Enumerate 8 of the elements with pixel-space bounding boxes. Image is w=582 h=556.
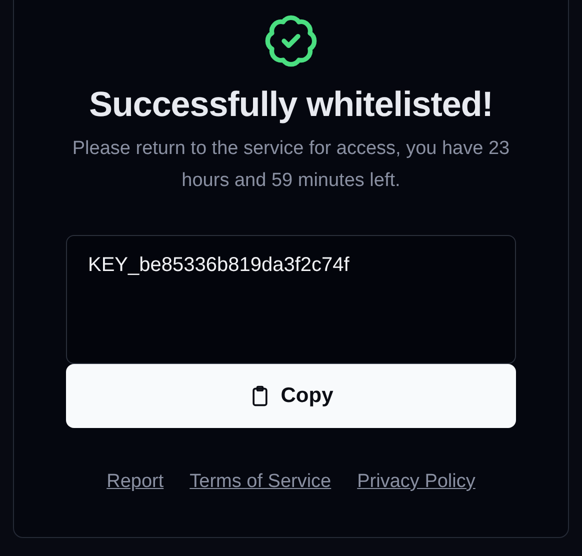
footer-link[interactable]: Report <box>106 468 164 496</box>
footer-link[interactable]: Privacy Policy <box>357 468 476 496</box>
verified-badge-icon <box>263 13 319 69</box>
copy-button[interactable]: Copy <box>66 364 516 428</box>
success-title: Successfully whitelisted! <box>89 84 493 126</box>
success-message: Please return to the service for access, you have 23 hours and 59 minutes left. <box>71 137 511 193</box>
key-field[interactable]: KEY_be85336b819da3f2c74f <box>66 235 516 364</box>
footer-link[interactable]: Terms of Service <box>190 468 332 496</box>
